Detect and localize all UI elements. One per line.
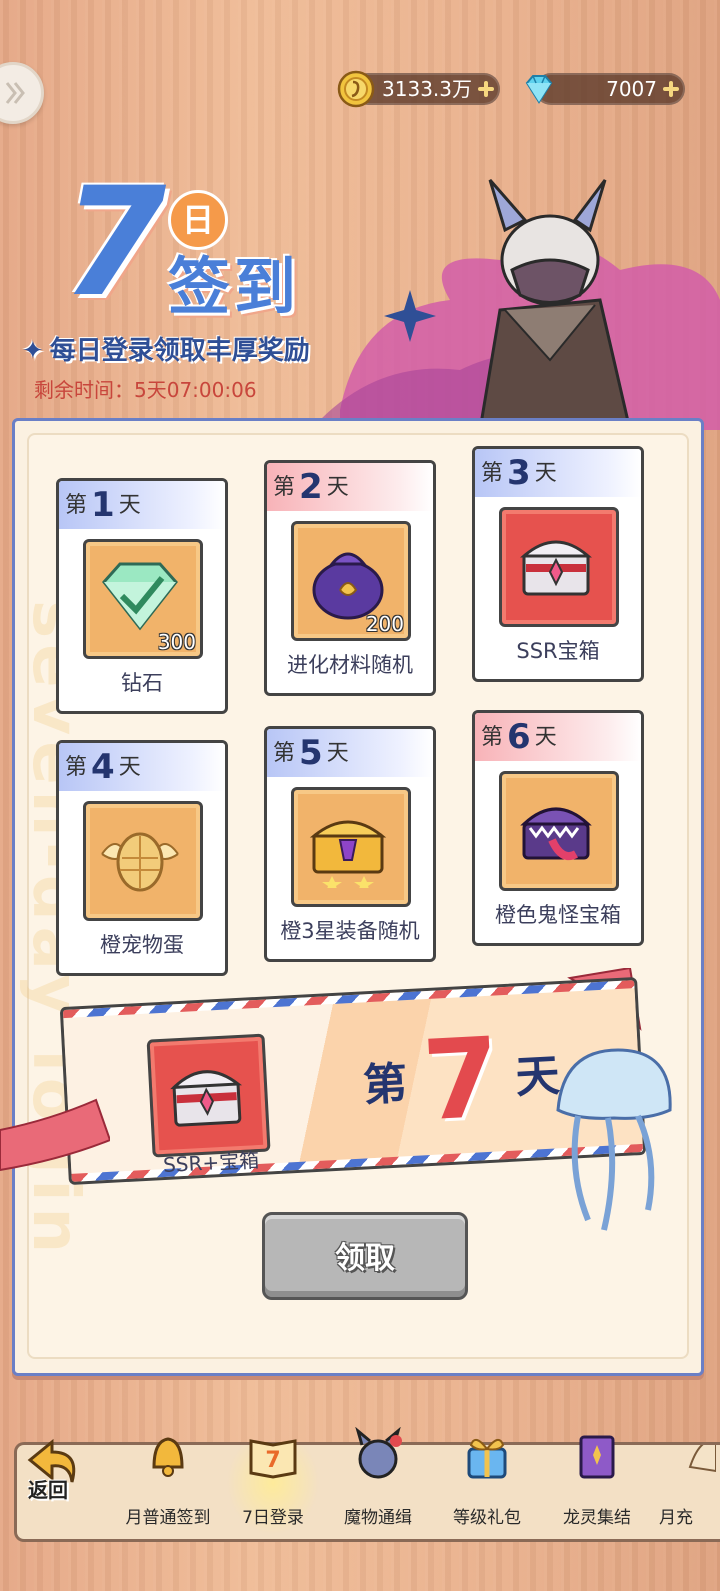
tab-label: 7日登录 bbox=[242, 1508, 304, 1528]
day-suffix: 天 bbox=[326, 475, 349, 500]
day-card-1[interactable]: 第1天 300 钻石 bbox=[56, 478, 228, 714]
claim-button-label: 领取 bbox=[335, 1241, 395, 1276]
subtitle-text: 每日登录领取丰厚奖励 bbox=[49, 336, 310, 366]
tab-dragon-gathering[interactable]: 龙灵集结 bbox=[547, 1435, 647, 1539]
day-suffix: 天 bbox=[534, 461, 557, 486]
reward-count: 300 bbox=[157, 630, 196, 654]
day-card-5[interactable]: 第5天 橙3星装备随机 bbox=[264, 726, 436, 962]
reward-item-box[interactable] bbox=[291, 787, 411, 907]
reward-item-box[interactable] bbox=[83, 801, 203, 921]
reward-name: 橙3星装备随机 bbox=[280, 919, 420, 943]
remaining-time: 剩余时间：5天07:00:06 bbox=[34, 378, 257, 402]
reward-name: SSR宝箱 bbox=[516, 639, 600, 663]
page-title: 签到 bbox=[168, 250, 301, 323]
gift-box-icon bbox=[467, 1438, 507, 1479]
reward-name: 橙色鬼怪宝箱 bbox=[495, 903, 621, 927]
reward-name: 钻石 bbox=[121, 671, 163, 695]
winged-egg-icon bbox=[101, 832, 179, 892]
diamond-currency-icon bbox=[525, 75, 553, 104]
tab-monster-wanted[interactable]: 魔物通缉 bbox=[323, 1427, 433, 1539]
day-card-header: 第1天 bbox=[59, 481, 225, 529]
gold-counter[interactable]: 3133.3万 bbox=[337, 70, 500, 108]
day-prefix: 第 bbox=[481, 725, 504, 750]
gold-amount: 3133.3万 bbox=[382, 77, 472, 101]
monster-chest-icon bbox=[520, 807, 592, 861]
tab-label: 月充 bbox=[659, 1508, 693, 1528]
day-suffix: 天 bbox=[326, 741, 349, 766]
day-prefix: 第 bbox=[273, 741, 296, 766]
tab-label: 魔物通缉 bbox=[344, 1508, 412, 1528]
reward-name: 橙宠物蛋 bbox=[100, 933, 184, 957]
ssr-chest-icon bbox=[520, 540, 592, 596]
day-card-4[interactable]: 第4天 橙宠物蛋 bbox=[56, 740, 228, 976]
reward-item-box[interactable] bbox=[146, 1033, 271, 1158]
add-gems-icon[interactable] bbox=[663, 81, 679, 97]
diamond-icon bbox=[102, 562, 178, 631]
tab-level-gift[interactable]: 等级礼包 bbox=[437, 1438, 537, 1539]
ssr-plus-chest-icon bbox=[170, 1070, 243, 1127]
day-card-6[interactable]: 第6天 橙色鬼怪宝箱 bbox=[472, 710, 644, 946]
bottom-nav: 月普通签到 7 7日登录 魔物通缉 等级礼包 龙灵集结 月充 bbox=[14, 1427, 720, 1542]
day-prefix: 第 bbox=[273, 475, 296, 500]
reward-item-box[interactable]: 300 bbox=[83, 539, 203, 659]
day-card-header: 第3天 bbox=[475, 449, 641, 497]
title-number: 7 bbox=[62, 156, 167, 330]
tab-monthly-signin[interactable]: 月普通签到 bbox=[113, 1437, 223, 1539]
reward-item-box[interactable]: 200 bbox=[291, 521, 411, 641]
masked-character-illustration bbox=[320, 179, 720, 430]
day-prefix: 第 bbox=[65, 493, 88, 518]
double-chevron-icon bbox=[5, 82, 25, 104]
day-prefix: 第 bbox=[65, 755, 88, 780]
gold-coin-icon bbox=[337, 70, 375, 108]
gem-counter[interactable]: 7007 bbox=[525, 73, 685, 105]
dragon-bag-icon bbox=[312, 552, 384, 620]
bell-icon bbox=[152, 1437, 184, 1477]
gem-amount: 7007 bbox=[606, 77, 657, 101]
reward-item-box[interactable] bbox=[499, 771, 619, 891]
reward-name: 进化材料随机 bbox=[287, 653, 413, 677]
back-button-label[interactable]: 返回 bbox=[28, 1474, 68, 1503]
day-card-header: 第4天 bbox=[59, 743, 225, 791]
day-prefix: 第 bbox=[361, 1058, 409, 1112]
day-number: 5 bbox=[299, 733, 323, 773]
day-number: 6 bbox=[507, 717, 531, 757]
gold-chest-icon bbox=[309, 820, 387, 888]
tab-label: 月普通签到 bbox=[125, 1508, 211, 1528]
reward-count: 200 bbox=[365, 612, 404, 636]
reward-item-box[interactable] bbox=[499, 507, 619, 627]
day-card-header: 第6天 bbox=[475, 713, 641, 761]
spellbook-icon bbox=[579, 1435, 615, 1479]
day-card-header: 第2天 bbox=[267, 463, 433, 511]
tab-monthly-recharge[interactable]: 月充 bbox=[653, 1445, 720, 1539]
book-icon: 7 bbox=[249, 1439, 297, 1479]
jellyfish-illustration bbox=[556, 1048, 672, 1231]
claim-button[interactable]: 领取 bbox=[262, 1212, 468, 1300]
day-card-2[interactable]: 第2天 200 进化材料随机 bbox=[264, 460, 436, 696]
day-card-3[interactable]: 第3天 SSR宝箱 bbox=[472, 446, 644, 682]
svg-text:7: 7 bbox=[265, 1448, 280, 1473]
monster-head-icon bbox=[355, 1427, 402, 1479]
subtitle: ✦ 每日登录领取丰厚奖励 bbox=[22, 330, 310, 367]
day-number: 4 bbox=[91, 747, 115, 787]
wing-icon bbox=[688, 1445, 716, 1473]
tab-label: 龙灵集结 bbox=[563, 1508, 631, 1528]
day-card-header: 第5天 bbox=[267, 729, 433, 777]
sparkle-icon: ✦ bbox=[22, 336, 44, 366]
day-number: 1 bbox=[91, 485, 115, 525]
tab-7day-login[interactable]: 7 7日登录 bbox=[223, 1439, 323, 1539]
day-suffix: 天 bbox=[118, 493, 141, 518]
day-prefix: 第 bbox=[481, 461, 504, 486]
day-suffix: 天 bbox=[534, 725, 557, 750]
day-number: 3 bbox=[507, 453, 531, 493]
add-gold-icon[interactable] bbox=[478, 81, 494, 97]
day7-label: 第7天 bbox=[360, 1010, 563, 1148]
reward-name: SSR+宝箱 bbox=[162, 1148, 260, 1178]
ribbon-decoration bbox=[0, 1098, 110, 1172]
day-number: 7 bbox=[419, 1013, 503, 1146]
day-suffix: 天 bbox=[118, 755, 141, 780]
day-number: 2 bbox=[299, 467, 323, 507]
tab-label: 等级礼包 bbox=[453, 1508, 521, 1528]
